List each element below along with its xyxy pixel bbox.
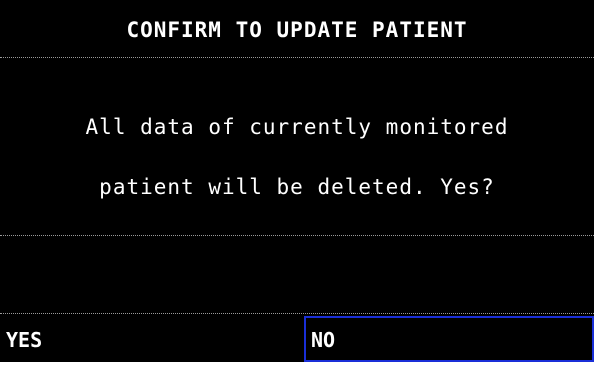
no-button[interactable]: NO bbox=[304, 316, 594, 362]
title-divider bbox=[0, 57, 594, 58]
confirm-update-patient-dialog: CONFIRM TO UPDATE PATIENT All data of cu… bbox=[0, 0, 597, 365]
yes-button[interactable]: YES bbox=[0, 316, 304, 362]
message-divider bbox=[0, 235, 594, 236]
button-divider bbox=[0, 313, 594, 314]
dialog-title: CONFIRM TO UPDATE PATIENT bbox=[126, 18, 468, 42]
dialog-message-line-2: patient will be deleted. Yes? bbox=[99, 175, 495, 199]
dialog-message-line-1: All data of currently monitored bbox=[85, 115, 509, 139]
